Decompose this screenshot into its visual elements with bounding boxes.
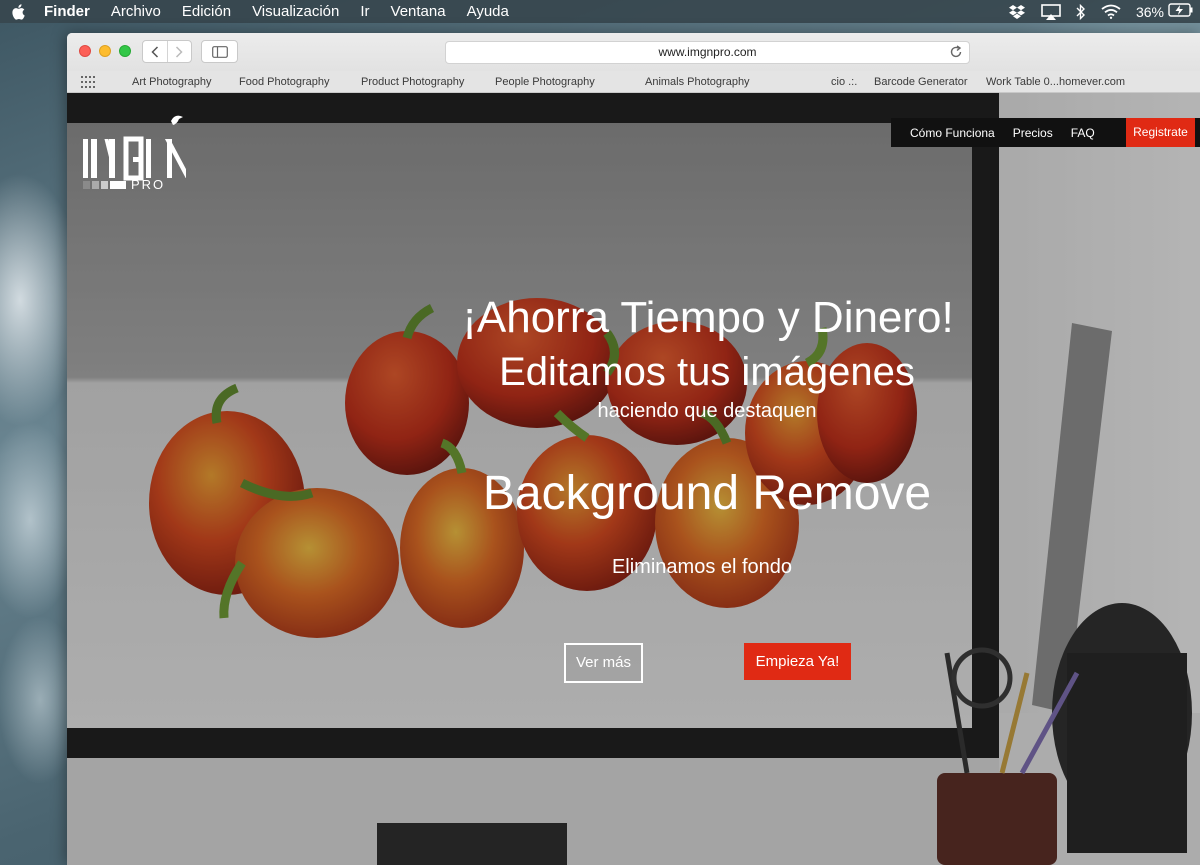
favorite-people-photography[interactable]: People Photography: [495, 76, 595, 88]
sidebar-icon: [211, 45, 228, 58]
nav-como-funciona[interactable]: Cómo Funciona: [891, 126, 1004, 140]
favorite-cio[interactable]: cio .:.: [831, 76, 857, 88]
bluetooth-icon[interactable]: [1076, 3, 1086, 20]
battery-percentage: 36%: [1135, 3, 1164, 20]
menu-bar: Finder Archivo Edición Visualización Ir …: [0, 0, 1200, 23]
forward-button[interactable]: [166, 41, 191, 62]
back-button[interactable]: [143, 41, 167, 62]
favorites-bar: Art Photography Food Photography Product…: [67, 71, 1200, 93]
favorite-food-photography[interactable]: Food Photography: [239, 76, 330, 88]
hero-tagline: haciendo que destaquen: [597, 400, 817, 422]
hero-headline: ¡Ahorra Tiempo y Dinero!: [462, 293, 954, 342]
top-sites-grid-icon[interactable]: [81, 76, 95, 88]
wifi-icon[interactable]: [1101, 4, 1121, 19]
menu-ayuda[interactable]: Ayuda: [467, 3, 509, 20]
site-nav: Cómo Funciona Precios FAQ Registrate: [891, 118, 1200, 147]
menu-edicion[interactable]: Edición: [182, 3, 231, 20]
address-bar[interactable]: www.imgnpro.com: [445, 41, 970, 64]
favorite-animals-photography[interactable]: Animals Photography: [645, 76, 750, 88]
bird-icon: [171, 115, 183, 125]
ver-mas-button[interactable]: Ver más: [564, 643, 643, 683]
favorite-barcode-generator[interactable]: Barcode Generator: [874, 76, 968, 88]
chevron-left-icon: [151, 45, 159, 58]
favorite-product-photography[interactable]: Product Photography: [361, 76, 464, 88]
airplay-icon[interactable]: [1041, 3, 1061, 20]
menu-app-finder[interactable]: Finder: [44, 3, 90, 20]
dropbox-icon[interactable]: [1008, 4, 1026, 20]
nav-precios[interactable]: Precios: [1004, 126, 1062, 140]
service-subtitle: Eliminamos el fondo: [611, 556, 793, 578]
window-minimize-button[interactable]: [99, 45, 111, 57]
history-nav: [142, 40, 192, 63]
window-close-button[interactable]: [79, 45, 91, 57]
menu-ir[interactable]: Ir: [360, 3, 369, 20]
battery-charging-icon[interactable]: [1168, 2, 1194, 21]
browser-toolbar: www.imgnpro.com: [67, 33, 1200, 71]
menu-ventana[interactable]: Ventana: [391, 3, 446, 20]
nav-faq[interactable]: FAQ: [1062, 126, 1104, 140]
imgnpro-logo[interactable]: PRO: [81, 109, 191, 194]
web-page: PRO Cómo Funciona Precios FAQ Registrate…: [67, 93, 1200, 865]
chevron-right-icon: [176, 45, 184, 58]
favorite-work-table[interactable]: Work Table 0...homever.com: [986, 76, 1125, 88]
sidebar-toggle-button[interactable]: [201, 40, 238, 63]
empieza-ya-button[interactable]: Empieza Ya!: [744, 643, 851, 680]
logo-sub-text: PRO: [131, 177, 166, 192]
apple-logo-icon[interactable]: [11, 3, 27, 21]
menu-visualizacion[interactable]: Visualización: [252, 3, 339, 20]
window-zoom-button[interactable]: [119, 45, 131, 57]
address-url: www.imgnpro.com: [658, 45, 757, 59]
service-title: Background Remove: [482, 467, 932, 520]
favorite-art-photography[interactable]: Art Photography: [132, 76, 212, 88]
hero-subheadline: Editamos tus imágenes: [499, 350, 915, 394]
reload-icon[interactable]: [949, 45, 963, 59]
register-button[interactable]: Registrate: [1126, 118, 1195, 147]
menu-archivo[interactable]: Archivo: [111, 3, 161, 20]
browser-window: www.imgnpro.com Art Photography Food Pho…: [67, 33, 1200, 865]
